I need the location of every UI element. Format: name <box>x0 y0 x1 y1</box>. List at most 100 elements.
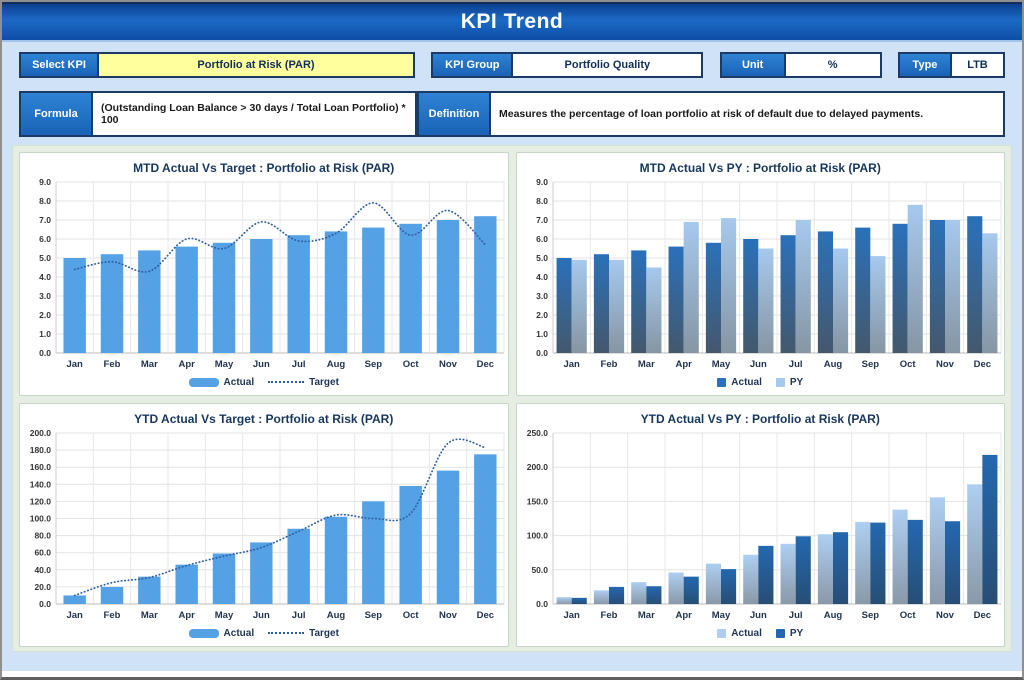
svg-text:Jan: Jan <box>563 610 580 621</box>
svg-text:Jul: Jul <box>788 610 802 621</box>
svg-text:2.0: 2.0 <box>39 310 51 320</box>
svg-text:May: May <box>711 359 730 370</box>
svg-text:8.0: 8.0 <box>39 196 51 206</box>
svg-text:60.0: 60.0 <box>34 548 51 558</box>
svg-text:100.0: 100.0 <box>30 514 52 524</box>
svg-text:Jan: Jan <box>66 610 83 621</box>
svg-text:Dec: Dec <box>477 610 494 621</box>
chart-card-mtd-actual-vs-py[interactable]: MTD Actual Vs PY : Portfolio at Risk (PA… <box>516 152 1006 396</box>
chart-card-mtd-actual-vs-target[interactable]: MTD Actual Vs Target : Portfolio at Risk… <box>19 152 509 396</box>
svg-text:200.0: 200.0 <box>30 428 52 438</box>
definition-box: Definition Measures the percentage of lo… <box>417 91 1005 137</box>
svg-text:40.0: 40.0 <box>34 565 51 575</box>
chart-title: YTD Actual Vs PY : Portfolio at Risk (PA… <box>517 404 1005 426</box>
legend-item-target: Target <box>268 377 339 388</box>
kpi-group-value: Portfolio Quality <box>513 54 701 76</box>
svg-text:Oct: Oct <box>403 359 420 370</box>
legend-item-py: PY <box>776 377 803 388</box>
svg-text:Sep: Sep <box>365 610 383 621</box>
select-kpi-value[interactable]: Portfolio at Risk (PAR) <box>99 54 413 76</box>
svg-text:May: May <box>711 610 730 621</box>
svg-text:200.0: 200.0 <box>526 462 548 472</box>
svg-text:50.0: 50.0 <box>531 565 548 575</box>
chart-canvas: 0.020.040.060.080.0100.0120.0140.0160.01… <box>20 426 509 622</box>
chart-canvas: 0.050.0100.0150.0200.0250.0JanFebMarAprM… <box>517 426 1006 622</box>
svg-text:9.0: 9.0 <box>536 177 548 187</box>
info-row: Formula (Outstanding Loan Balance > 30 d… <box>19 91 1005 137</box>
definition-label: Definition <box>419 93 491 135</box>
formula-box: Formula (Outstanding Loan Balance > 30 d… <box>19 91 417 137</box>
svg-text:Dec: Dec <box>477 359 494 370</box>
chart-card-ytd-actual-vs-target[interactable]: YTD Actual Vs Target : Portfolio at Risk… <box>19 403 509 647</box>
svg-text:Mar: Mar <box>637 610 654 621</box>
chart-legend: Actual Target <box>20 371 508 393</box>
svg-text:Dec: Dec <box>973 359 990 370</box>
svg-text:Dec: Dec <box>973 610 990 621</box>
svg-text:0.0: 0.0 <box>39 348 51 358</box>
legend-square-marker <box>717 378 726 387</box>
chart-legend: Actual PY <box>517 371 1005 393</box>
svg-text:4.0: 4.0 <box>536 272 548 282</box>
unit-control: Unit % <box>720 52 882 78</box>
svg-text:Nov: Nov <box>936 359 955 370</box>
svg-text:Apr: Apr <box>675 359 692 370</box>
svg-text:140.0: 140.0 <box>30 479 52 489</box>
svg-text:Jul: Jul <box>292 610 306 621</box>
chart-title: YTD Actual Vs Target : Portfolio at Risk… <box>20 404 508 426</box>
svg-text:8.0: 8.0 <box>536 196 548 206</box>
chart-legend: ActualTarget <box>20 622 508 644</box>
formula-text: (Outstanding Loan Balance > 30 days / To… <box>93 93 415 135</box>
svg-text:3.0: 3.0 <box>39 291 51 301</box>
footer-edge <box>2 671 1022 677</box>
svg-text:Oct: Oct <box>899 610 916 621</box>
svg-text:Apr: Apr <box>675 610 692 621</box>
legend-label: Actual <box>224 377 255 388</box>
svg-text:Jan: Jan <box>66 359 83 370</box>
chart-canvas: 0.01.02.03.04.05.06.07.08.09.0JanFebMarA… <box>517 175 1006 371</box>
select-kpi-control: Select KPI Portfolio at Risk (PAR) <box>19 52 415 78</box>
svg-text:Sep: Sep <box>365 359 383 370</box>
legend-item-actual: Actual <box>717 377 762 388</box>
svg-text:Nov: Nov <box>439 359 458 370</box>
svg-text:0.0: 0.0 <box>536 348 548 358</box>
legend-label: PY <box>790 377 803 388</box>
svg-text:Feb: Feb <box>600 359 617 370</box>
svg-text:160.0: 160.0 <box>30 462 52 472</box>
legend-label: Actual <box>731 377 762 388</box>
type-label: Type <box>900 54 952 76</box>
charts-grid: MTD Actual Vs Target : Portfolio at Risk… <box>12 145 1012 652</box>
unit-value: % <box>786 54 880 76</box>
legend-square-marker <box>717 629 726 638</box>
svg-text:Aug: Aug <box>823 359 842 370</box>
legend-label: Target <box>309 377 339 388</box>
legend-item-actual: Actual <box>717 628 762 639</box>
svg-text:Sep: Sep <box>861 359 879 370</box>
svg-text:Nov: Nov <box>439 610 458 621</box>
svg-text:6.0: 6.0 <box>39 234 51 244</box>
kpi-group-label: KPI Group <box>433 54 513 76</box>
svg-text:150.0: 150.0 <box>526 496 548 506</box>
unit-label: Unit <box>722 54 786 76</box>
definition-text: Measures the percentage of loan portfoli… <box>491 93 1003 135</box>
legend-dotted-line-marker <box>268 381 304 383</box>
svg-text:Jun: Jun <box>749 359 766 370</box>
svg-text:4.0: 4.0 <box>39 272 51 282</box>
page-title: KPI Trend <box>461 10 564 34</box>
chart-canvas: 0.01.02.03.04.05.06.07.08.09.0JanFebMarA… <box>20 175 509 371</box>
svg-text:Mar: Mar <box>637 359 654 370</box>
header-banner: KPI Trend <box>2 2 1022 42</box>
svg-text:Oct: Oct <box>899 359 916 370</box>
svg-text:0.0: 0.0 <box>39 599 51 609</box>
legend-label: PY <box>790 628 803 639</box>
svg-text:Apr: Apr <box>178 610 195 621</box>
svg-text:7.0: 7.0 <box>536 215 548 225</box>
svg-text:Aug: Aug <box>327 610 346 621</box>
svg-text:9.0: 9.0 <box>39 177 51 187</box>
kpi-group-control: KPI Group Portfolio Quality <box>431 52 703 78</box>
svg-text:Jun: Jun <box>749 610 766 621</box>
svg-text:80.0: 80.0 <box>34 531 51 541</box>
chart-card-ytd-actual-vs-py[interactable]: YTD Actual Vs PY : Portfolio at Risk (PA… <box>516 403 1006 647</box>
kpi-trend-dashboard: KPI Trend Select KPI Portfolio at Risk (… <box>0 0 1024 680</box>
select-kpi-label: Select KPI <box>21 54 99 76</box>
svg-text:Oct: Oct <box>403 610 420 621</box>
